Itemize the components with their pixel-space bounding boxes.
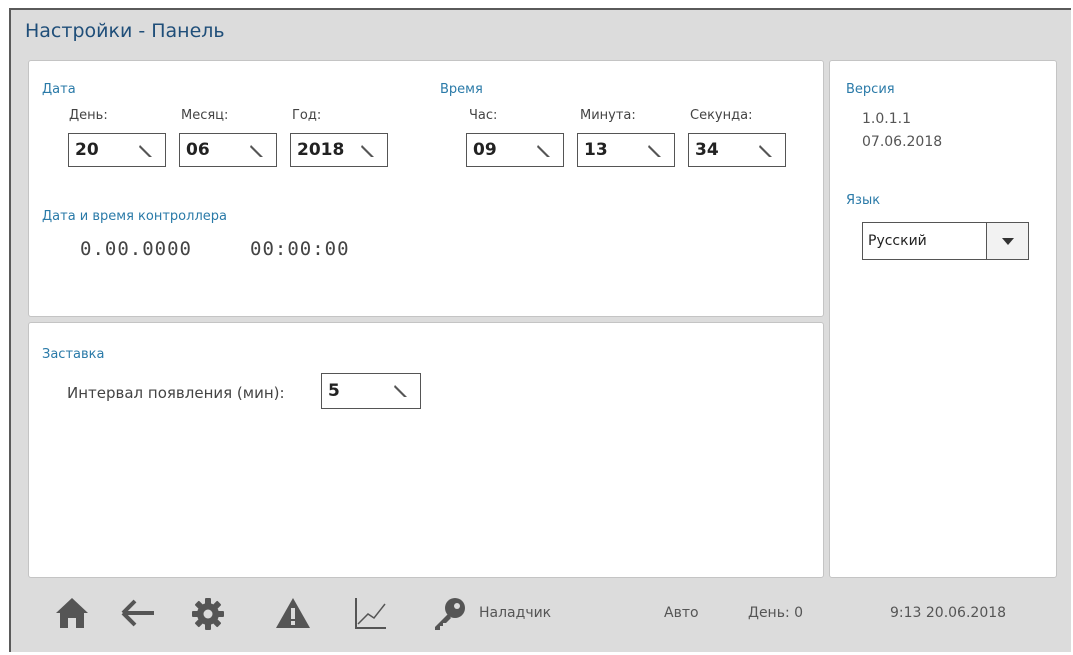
page-title: Настройки - Панель	[25, 20, 225, 42]
day-field[interactable]: 20	[68, 133, 166, 167]
hour-label: Час:	[469, 108, 498, 123]
second-field[interactable]: 34	[688, 133, 786, 167]
mode-status: Авто	[664, 605, 699, 621]
dropdown-button[interactable]	[986, 223, 1028, 259]
gear-icon[interactable]	[190, 596, 226, 632]
pencil-icon	[394, 385, 407, 397]
month-value: 06	[186, 140, 210, 160]
day-value: 20	[75, 140, 99, 160]
month-label: Месяц:	[181, 108, 229, 123]
user-role: Наладчик	[479, 605, 552, 621]
chart-icon[interactable]	[354, 596, 388, 630]
pencil-icon	[139, 145, 152, 157]
time-section-label: Время	[440, 82, 483, 97]
version-label: Версия	[846, 82, 895, 97]
pencil-icon	[361, 145, 374, 157]
interval-label: Интервал появления (мин):	[67, 384, 285, 402]
dropdown-arrow-icon	[1001, 238, 1014, 245]
minute-field[interactable]: 13	[577, 133, 675, 167]
day-label: День:	[69, 108, 108, 123]
pencil-icon	[648, 145, 661, 157]
language-select[interactable]: Русский	[862, 222, 1029, 260]
pencil-icon	[250, 145, 263, 157]
pencil-icon	[537, 145, 550, 157]
controller-date: 0.00.0000	[80, 238, 192, 260]
language-selected: Русский	[868, 233, 927, 249]
second-label: Секунда:	[690, 108, 753, 123]
key-icon[interactable]	[432, 596, 468, 632]
day-counter: День: 0	[748, 605, 804, 621]
interval-value: 5	[328, 381, 340, 401]
year-field[interactable]: 2018	[290, 133, 388, 167]
interval-field[interactable]: 5	[321, 373, 421, 409]
year-value: 2018	[297, 140, 345, 160]
month-field[interactable]: 06	[179, 133, 277, 167]
screensaver-label: Заставка	[42, 347, 105, 362]
home-icon[interactable]	[54, 596, 90, 630]
controller-time: 00:00:00	[250, 238, 350, 260]
datetime-panel	[28, 60, 824, 317]
screensaver-panel	[28, 322, 824, 578]
bottom-toolbar: Наладчик Авто День: 0 9:13 20.06.2018	[28, 584, 1058, 644]
clock: 9:13 20.06.2018	[890, 605, 1007, 621]
pencil-icon	[759, 145, 772, 157]
year-label: Год:	[292, 108, 322, 123]
version-date: 07.06.2018	[862, 134, 943, 150]
hour-field[interactable]: 09	[466, 133, 564, 167]
warning-icon[interactable]	[274, 596, 312, 630]
language-label: Язык	[846, 193, 881, 208]
date-section-label: Дата	[42, 82, 76, 97]
version-number: 1.0.1.1	[862, 111, 911, 127]
controller-datetime-label: Дата и время контроллера	[42, 209, 227, 224]
hour-value: 09	[473, 140, 497, 160]
minute-value: 13	[584, 140, 608, 160]
second-value: 34	[695, 140, 719, 160]
minute-label: Минута:	[580, 108, 636, 123]
back-arrow-icon[interactable]	[120, 598, 156, 628]
